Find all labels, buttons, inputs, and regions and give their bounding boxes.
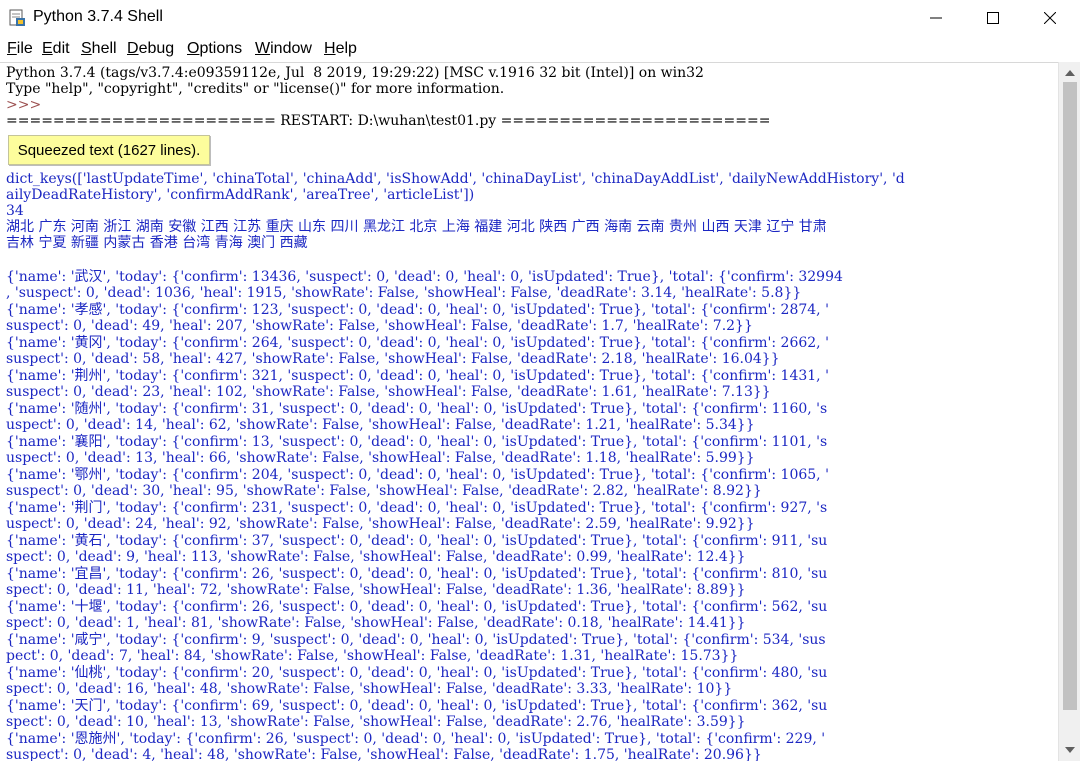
title-bar[interactable]: Python 3.7.4 Shell <box>0 0 1080 36</box>
output-line: {'name': '襄阳', 'today': {'confirm': 13, … <box>6 434 828 450</box>
menu-edit[interactable]: Edit <box>42 40 70 58</box>
output-line: {'name': '孝感', 'today': {'confirm': 123,… <box>6 302 829 318</box>
shell-prompt: >>> <box>6 97 42 113</box>
squeezed-text-button[interactable]: Squeezed text (1627 lines). <box>8 135 210 165</box>
output-line: {'name': '黄石', 'today': {'confirm': 37, … <box>6 533 828 549</box>
output-line: spect': 0, 'dead': 10, 'heal': 13, 'show… <box>6 714 746 730</box>
output-line: uspect': 0, 'dead': 14, 'heal': 62, 'sho… <box>6 417 755 433</box>
output-line: {'name': '黄冈', 'today': {'confirm': 264,… <box>6 335 829 351</box>
output-line: 34 <box>6 203 24 219</box>
shell-text-area[interactable]: Python 3.7.4 (tags/v3.7.4:e09359112e, Ju… <box>0 62 1058 761</box>
output-line: dict_keys(['lastUpdateTime', 'chinaTotal… <box>6 171 905 187</box>
close-icon[interactable] <box>1022 0 1078 36</box>
output-line: uspect': 0, 'dead': 24, 'heal': 92, 'sho… <box>6 516 755 532</box>
output-line: spect': 0, 'dead': 16, 'heal': 48, 'show… <box>6 681 733 697</box>
output-line: pect': 0, 'dead': 7, 'heal': 84, 'showRa… <box>6 648 739 664</box>
idle-shell-window: Python 3.7.4 Shell File Edit Shell Debug… <box>0 0 1080 761</box>
output-line: {'name': '天门', 'today': {'confirm': 69, … <box>6 698 828 714</box>
scroll-thumb[interactable] <box>1063 82 1077 710</box>
maximize-icon[interactable] <box>965 0 1021 36</box>
window-title: Python 3.7.4 Shell <box>33 8 163 25</box>
menu-debug[interactable]: Debug <box>127 40 174 58</box>
output-line: {'name': '武汉', 'today': {'confirm': 1343… <box>6 269 843 285</box>
menu-shell[interactable]: Shell <box>81 40 117 58</box>
output-line: suspect': 0, 'dead': 49, 'heal': 207, 's… <box>6 318 753 334</box>
output-line: spect': 0, 'dead': 9, 'heal': 113, 'show… <box>6 549 746 565</box>
output-line: suspect': 0, 'dead': 58, 'heal': 427, 's… <box>6 351 780 367</box>
output-line: suspect': 0, 'dead': 23, 'heal': 102, 's… <box>6 384 771 400</box>
output-line: 吉林 宁夏 新疆 内蒙古 香港 台湾 青海 澳门 西藏 <box>6 235 308 251</box>
python-idle-icon <box>8 9 26 27</box>
banner-help: Type "help", "copyright", "credits" or "… <box>6 81 505 97</box>
output-line: spect': 0, 'dead': 11, 'heal': 72, 'show… <box>6 582 746 598</box>
minimize-icon[interactable] <box>908 0 964 36</box>
output-line: ailyDeadRateHistory', 'confirmAddRank', … <box>6 187 475 203</box>
menu-file[interactable]: File <box>7 40 33 58</box>
output-line: {'name': '荆门', 'today': {'confirm': 231,… <box>6 500 828 516</box>
menu-window[interactable]: Window <box>255 40 312 58</box>
scroll-down-icon[interactable] <box>1059 741 1080 759</box>
banner-version: Python 3.7.4 (tags/v3.7.4:e09359112e, Ju… <box>6 65 704 81</box>
vertical-scrollbar[interactable] <box>1058 62 1080 761</box>
menu-options[interactable]: Options <box>187 40 242 58</box>
output-line: , 'suspect': 0, 'dead': 1036, 'heal': 19… <box>6 285 802 301</box>
scroll-up-icon[interactable] <box>1059 64 1080 82</box>
output-line: {'name': '仙桃', 'today': {'confirm': 20, … <box>6 665 828 681</box>
output-line: {'name': '鄂州', 'today': {'confirm': 204,… <box>6 467 829 483</box>
restart-line: ======================= RESTART: D:\wuha… <box>6 113 771 129</box>
output-line: 湖北 广东 河南 浙江 湖南 安徽 江西 江苏 重庆 山东 四川 黑龙江 北京 … <box>6 219 827 235</box>
menu-bar: File Edit Shell Debug Options Window Hel… <box>0 36 1080 62</box>
output-line: {'name': '咸宁', 'today': {'confirm': 9, '… <box>6 632 826 648</box>
output-line: {'name': '随州', 'today': {'confirm': 31, … <box>6 401 828 417</box>
output-line: suspect': 0, 'dead': 4, 'heal': 48, 'sho… <box>6 747 762 761</box>
output-line: {'name': '宜昌', 'today': {'confirm': 26, … <box>6 566 828 582</box>
menu-help[interactable]: Help <box>324 40 357 58</box>
output-line: suspect': 0, 'dead': 30, 'heal': 95, 'sh… <box>6 483 762 499</box>
output-line: uspect': 0, 'dead': 13, 'heal': 66, 'sho… <box>6 450 755 466</box>
output-line: {'name': '恩施州', 'today': {'confirm': 26,… <box>6 731 826 747</box>
output-line: {'name': '十堰', 'today': {'confirm': 26, … <box>6 599 828 615</box>
output-line: {'name': '荆州', 'today': {'confirm': 321,… <box>6 368 829 384</box>
output-line: spect': 0, 'dead': 1, 'heal': 81, 'showR… <box>6 615 746 631</box>
